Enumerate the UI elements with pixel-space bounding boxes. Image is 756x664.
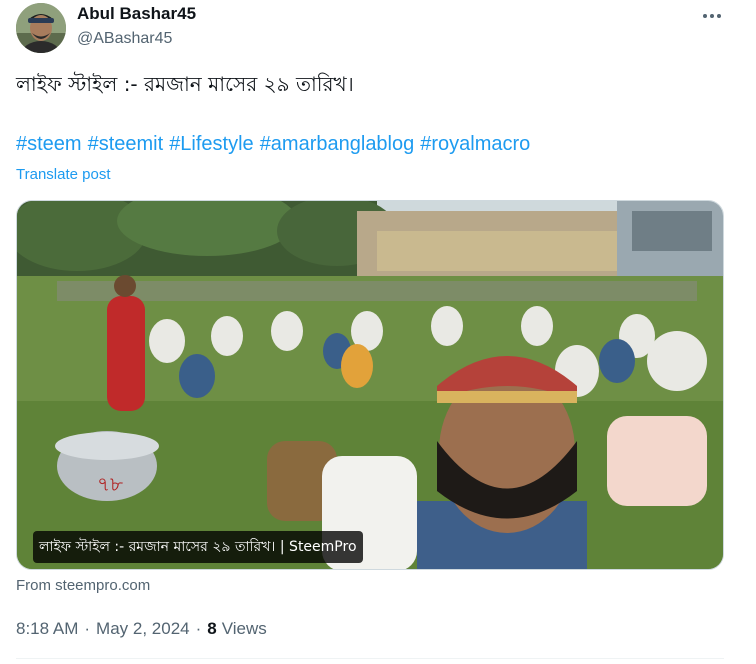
media-photo[interactable]: ৭৮ লাইফ স্টাইল :- রমজান মাসের ২৯ তারিখ। … [16, 200, 724, 570]
views-label: Views [221, 619, 267, 638]
author-avatar[interactable] [16, 3, 66, 53]
hashtag-link[interactable]: #steem [16, 133, 82, 155]
meta-separator: · [195, 619, 202, 638]
pot-label: ৭৮ [97, 472, 123, 496]
author-handle[interactable]: @ABashar45 [77, 30, 172, 48]
source-link[interactable]: From steempro.com [16, 577, 150, 594]
hashtag-link[interactable]: #steemit [88, 133, 164, 155]
hashtag-link[interactable]: #royalmacro [420, 133, 530, 155]
author-name[interactable]: Abul Bashar45 [77, 4, 196, 24]
hashtag-link[interactable]: #amarbanglablog [260, 133, 415, 155]
photo-caption: লাইফ স্টাইল :- রমজান মাসের ২৯ তারিখ। | S… [33, 531, 363, 563]
divider [16, 658, 724, 659]
post-text: লাইফ স্টাইল :- রমজান মাসের ২৯ তারিখ। [16, 72, 354, 96]
more-options-button[interactable] [696, 4, 728, 28]
post-date[interactable]: May 2, 2024 [96, 619, 190, 638]
views-count: 8 [207, 619, 217, 638]
meta-separator: · [84, 619, 91, 638]
translate-post-link[interactable]: Translate post [16, 166, 111, 183]
hashtag-list: #steem #steemit #Lifestyle #amarbanglablog #… [16, 133, 536, 156]
photo-illustration: ৭৮ [17, 201, 723, 569]
hashtag-link[interactable]: #Lifestyle [169, 133, 254, 155]
user-avatar-image [16, 3, 66, 53]
post-meta: 8:18 AM · May 2, 2024 · 8 Views [16, 619, 267, 639]
tweet: Abul Bashar45 @ABashar45 লাইফ স্টাইল :- … [0, 0, 756, 664]
post-time[interactable]: 8:18 AM [16, 619, 78, 638]
more-horizontal-icon [703, 14, 721, 18]
